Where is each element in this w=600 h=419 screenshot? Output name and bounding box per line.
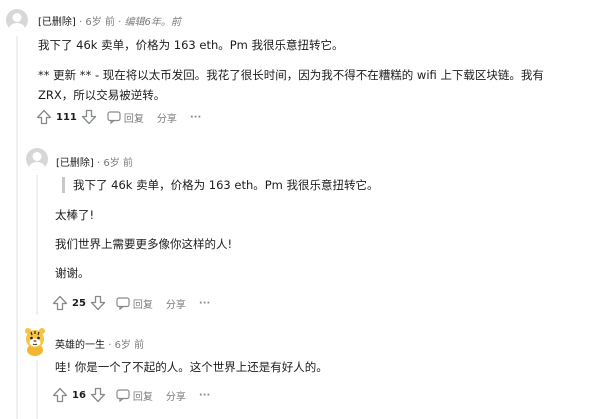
upvote-icon[interactable] xyxy=(52,387,68,403)
downvote-icon[interactable] xyxy=(90,295,106,311)
comment-meta: 英雄的一生 · 6岁 前 xyxy=(55,336,144,351)
author-name: [已删除] xyxy=(56,158,94,169)
default-avatar-icon xyxy=(9,13,25,31)
avatar[interactable] xyxy=(6,9,28,31)
reply-label: 回复 xyxy=(132,299,153,311)
vote-score: 25 xyxy=(72,297,86,309)
edited-label: 编辑6年。前 xyxy=(124,17,181,28)
upvote-icon[interactable] xyxy=(36,109,52,125)
more-icon: ··· xyxy=(198,297,211,309)
reply-label: 回复 xyxy=(123,113,144,125)
thread-line[interactable] xyxy=(16,36,18,419)
blockquote: 我下了 46k 卖单，价格为 163 eth。Pm 我很乐意扭转它。 xyxy=(62,177,573,193)
more-icon: ··· xyxy=(189,111,202,123)
comment-icon xyxy=(107,110,121,124)
meta-separator: · xyxy=(97,158,101,169)
avatar[interactable] xyxy=(26,148,48,170)
comment-body: 太棒了! 我们世界上需要更多像你这样的人! 谢谢。 xyxy=(55,207,575,281)
comment-paragraph: ZRX，所以交易被逆转。 xyxy=(38,88,166,102)
comment-time[interactable]: 6岁 前 xyxy=(115,340,145,351)
comment-icon xyxy=(116,388,130,402)
thread-line[interactable] xyxy=(36,360,38,419)
comment-time[interactable]: 6岁 前 xyxy=(103,158,133,169)
comment-paragraph: 我们世界上需要更多像你这样的人! xyxy=(55,237,233,251)
default-avatar-icon xyxy=(29,152,45,170)
share-label: 分享 xyxy=(165,391,186,403)
avatar[interactable] xyxy=(22,326,48,356)
comment-actions: 111 回复 分享 ··· xyxy=(36,109,201,125)
comment-paragraph: 谢谢。 xyxy=(55,266,90,280)
share-button[interactable]: 分享 xyxy=(163,388,186,403)
comment-time[interactable]: 6岁 前 xyxy=(85,17,115,28)
quoted-text: 我下了 46k 卖单，价格为 163 eth。Pm 我很乐意扭转它。 xyxy=(73,178,379,192)
reply-button[interactable]: 回复 xyxy=(107,110,144,125)
vote-score: 111 xyxy=(56,111,77,123)
meta-separator: · xyxy=(108,340,112,351)
more-options-button[interactable]: ··· xyxy=(187,112,201,123)
share-label: 分享 xyxy=(165,299,186,311)
vote-score: 16 xyxy=(72,389,86,401)
downvote-icon[interactable] xyxy=(90,387,106,403)
comment-actions: 16 回复 分享 ··· xyxy=(52,387,210,403)
more-options-button[interactable]: ··· xyxy=(196,390,210,401)
share-button[interactable]: 分享 xyxy=(154,110,177,125)
upvote-icon[interactable] xyxy=(52,295,68,311)
comment-paragraph: 哇! 你是一个了不起的人。这个世界上还是有好人的。 xyxy=(55,360,328,374)
reply-label: 回复 xyxy=(132,391,153,403)
comment-body: 我下了 46k 卖单，价格为 163 eth。Pm 我很乐意扭转它。 ** 更新… xyxy=(38,37,593,103)
comment-meta: [已删除] · 6岁 前 xyxy=(56,154,133,169)
author-name: [已删除] xyxy=(38,17,76,28)
downvote-icon[interactable] xyxy=(81,109,97,125)
reply-button[interactable]: 回复 xyxy=(116,388,153,403)
comment-paragraph: 太棒了! xyxy=(55,208,95,222)
comment-actions: 25 回复 分享 ··· xyxy=(52,295,210,311)
thread-line[interactable] xyxy=(36,175,38,315)
share-button[interactable]: 分享 xyxy=(163,296,186,311)
tiger-avatar-icon xyxy=(25,328,45,356)
author-name[interactable]: 英雄的一生 xyxy=(55,340,105,351)
comment-paragraph: ** 更新 ** - 现在将以太币发回。我花了很长时间，因为我不得不在糟糕的 w… xyxy=(38,68,544,82)
comment-meta: [已删除] · 6岁 前 · 编辑6年。前 xyxy=(38,13,181,28)
comment-paragraph: 我下了 46k 卖单，价格为 163 eth。Pm 我很乐意扭转它。 xyxy=(38,38,344,52)
comment-icon xyxy=(116,296,130,310)
comment-body: 哇! 你是一个了不起的人。这个世界上还是有好人的。 xyxy=(55,359,585,375)
reply-button[interactable]: 回复 xyxy=(116,296,153,311)
share-label: 分享 xyxy=(156,113,177,125)
meta-separator: · xyxy=(79,17,83,28)
meta-separator: · xyxy=(118,17,122,28)
more-icon: ··· xyxy=(198,389,211,401)
more-options-button[interactable]: ··· xyxy=(196,298,210,309)
